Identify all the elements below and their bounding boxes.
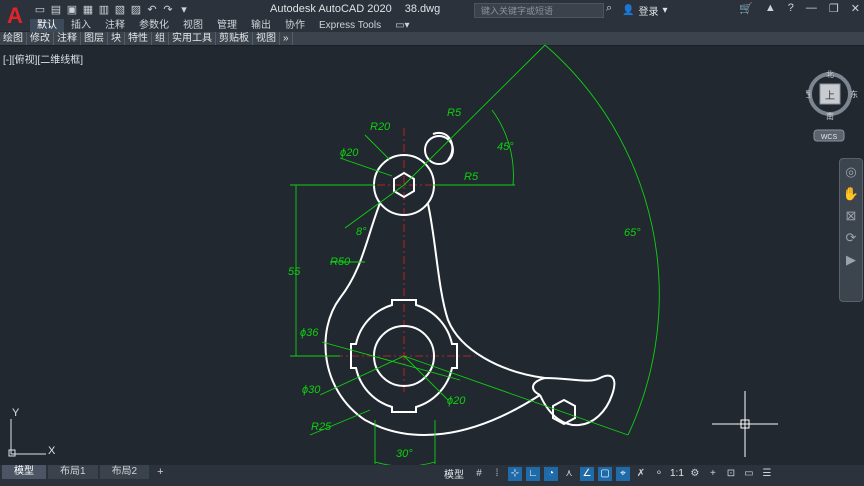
dim-r20-text: R20 bbox=[370, 121, 391, 133]
dim-phi20-leader bbox=[403, 355, 449, 401]
dim-r50-text: R50 bbox=[330, 256, 351, 268]
clean-screen-icon[interactable]: ☰ bbox=[760, 467, 774, 481]
annotation-monitor-icon[interactable]: + bbox=[706, 467, 720, 481]
annotation-scale-icon[interactable]: ✗ bbox=[634, 467, 648, 481]
dim-phi30-leader bbox=[319, 355, 405, 396]
compass-west: 西 bbox=[806, 90, 811, 99]
navigation-bar: ◎ ✋ ⊠ ⟳ ▶ bbox=[839, 158, 863, 302]
centerlines bbox=[335, 128, 475, 395]
annotation-scale[interactable]: 1:1 bbox=[670, 468, 684, 479]
isolate-objects-icon[interactable]: ⊡ bbox=[724, 467, 738, 481]
viewcube[interactable]: 上 北 南 东 西 WCS bbox=[803, 70, 862, 145]
ucs-x-label: X bbox=[48, 445, 56, 457]
polar-tracking-icon[interactable]: ◔ bbox=[544, 466, 558, 481]
workspace-gear-icon[interactable]: ⚙ bbox=[688, 467, 702, 481]
dim-phi20-top-leader bbox=[339, 157, 393, 177]
dim-r20-leader bbox=[364, 134, 391, 161]
crosshair-cursor bbox=[712, 391, 778, 457]
dim-phi30-text: ϕ30 bbox=[302, 384, 321, 396]
add-layout-button[interactable]: + bbox=[151, 465, 169, 479]
auto-scale-icon[interactable]: ⚬ bbox=[652, 467, 666, 481]
dim-phi36-text: ϕ36 bbox=[300, 327, 319, 339]
zoom-extents-icon[interactable]: ⊠ bbox=[842, 207, 860, 225]
dim-phi36-leader bbox=[321, 341, 461, 381]
dim-r5-mid-text: R5 bbox=[464, 171, 479, 183]
dim-r5-top-text: R5 bbox=[447, 107, 462, 119]
steering-wheel-icon[interactable]: ◎ bbox=[842, 163, 860, 181]
dim-angle65-text: 65° bbox=[624, 227, 641, 239]
ucs-icon bbox=[8, 419, 46, 457]
dim-angle45-text: 45° bbox=[497, 141, 514, 153]
isodraft-icon[interactable]: ⋏ bbox=[562, 467, 576, 481]
snap-icon[interactable]: ⁞ bbox=[490, 467, 504, 481]
face-top-label: 上 bbox=[825, 90, 835, 102]
grid-icon[interactable]: # bbox=[472, 467, 486, 481]
model-space-button[interactable]: 模型 bbox=[444, 466, 464, 481]
object-snap-icon[interactable]: ▢ bbox=[598, 466, 612, 481]
viewcube-graphic: 上 北 南 东 西 WCS bbox=[803, 70, 858, 142]
infer-constraints-icon[interactable]: ⊹ bbox=[508, 466, 522, 481]
dim-45-leader bbox=[403, 44, 546, 186]
tab-model[interactable]: 模型 bbox=[2, 465, 46, 479]
right-inner-arc bbox=[427, 203, 546, 379]
tab-layout2[interactable]: 布局2 bbox=[99, 465, 150, 479]
object-snap-tracking-icon[interactable]: ∠ bbox=[580, 466, 594, 481]
dim-phi20-bottom-text: ϕ20 bbox=[447, 395, 466, 407]
pan-icon[interactable]: ✋ bbox=[842, 185, 860, 203]
showmotion-icon[interactable]: ▶ bbox=[842, 251, 860, 269]
dim-angle30-text: 30° bbox=[396, 448, 413, 460]
drawing-canvas[interactable]: R20 R5 ϕ20 45° R5 8° 55 R50 65° ϕ36 ϕ30 … bbox=[0, 0, 864, 486]
layout-tabs: 模型 布局1 布局2 + bbox=[2, 465, 170, 479]
hardware-acceleration-icon[interactable]: ▭ bbox=[742, 467, 756, 481]
ortho-icon[interactable]: ∟ bbox=[526, 466, 540, 481]
dim-angle8-text: 8° bbox=[356, 226, 367, 238]
ucs-y-label: Y bbox=[12, 407, 20, 419]
dim-55-text: 55 bbox=[288, 266, 301, 278]
annotation-visibility-icon[interactable]: ⌖ bbox=[616, 466, 630, 481]
dim-phi20-top-text: ϕ20 bbox=[340, 147, 359, 159]
compass-north: 北 bbox=[826, 70, 834, 79]
compass-east: 东 bbox=[850, 89, 858, 99]
dim-r25-text: R25 bbox=[311, 421, 332, 433]
ucs-origin bbox=[8, 449, 16, 457]
compass-south: 南 bbox=[826, 111, 834, 121]
orbit-icon[interactable]: ⟳ bbox=[842, 229, 860, 247]
dimension-texts: R20 R5 ϕ20 45° R5 8° 55 R50 65° ϕ36 ϕ30 … bbox=[288, 107, 641, 460]
tab-layout1[interactable]: 布局1 bbox=[48, 465, 98, 479]
wcs-label: WCS bbox=[821, 134, 838, 141]
status-tools: 模型 # ⁞ ⊹ ∟ ◔ ⋏ ∠ ▢ ⌖ ✗ ⚬ 1:1 ⚙ + ⊡ ▭ ☰ bbox=[444, 466, 774, 481]
